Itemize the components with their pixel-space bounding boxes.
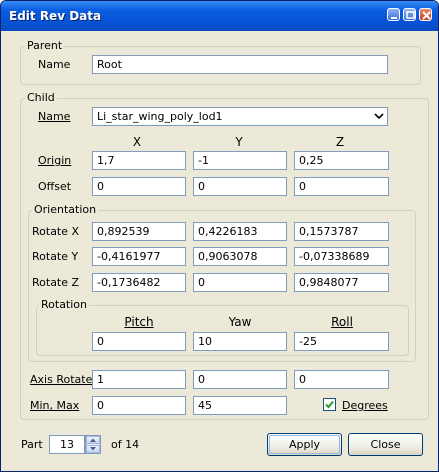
- max-field[interactable]: 45: [193, 396, 287, 415]
- spin-down-button[interactable]: [86, 445, 100, 453]
- min-max-label: Min, Max: [30, 399, 80, 412]
- apply-button-label: Apply: [288, 438, 321, 451]
- origin-z-field[interactable]: 0,25: [294, 151, 389, 170]
- rotate-z-z-field[interactable]: 0,9848077: [294, 273, 389, 292]
- rotate-x-z-field[interactable]: 0,1573787: [294, 222, 389, 241]
- part-number-field[interactable]: 13: [49, 435, 85, 454]
- minimize-button[interactable]: [387, 8, 400, 21]
- spin-up-icon: [90, 438, 96, 442]
- origin-y-field[interactable]: -1: [193, 151, 287, 170]
- pitch-label: Pitch: [124, 315, 154, 329]
- axis-rotate-z-field[interactable]: 0: [294, 370, 389, 389]
- rotate-z-label: Rotate Z: [32, 276, 80, 289]
- yaw-field[interactable]: 10: [193, 332, 287, 351]
- degrees-checkbox[interactable]: [323, 398, 336, 411]
- spin-up-button[interactable]: [86, 436, 100, 444]
- rotate-z-x-field[interactable]: -0,1736482: [92, 273, 186, 292]
- axis-rotate-y-field[interactable]: 0: [193, 370, 287, 389]
- rotate-x-y-field[interactable]: 0,4226183: [193, 222, 287, 241]
- child-group-label: Child: [25, 91, 57, 104]
- part-spinner[interactable]: [85, 435, 101, 454]
- child-name-selected: Li_star_wing_poly_lod1: [97, 110, 223, 123]
- maximize-button[interactable]: [403, 8, 416, 21]
- offset-z-field[interactable]: 0: [294, 177, 389, 196]
- minimize-icon: [391, 17, 397, 19]
- column-header-x: X: [132, 135, 142, 149]
- min-field[interactable]: 0: [92, 396, 186, 415]
- spin-down-icon: [90, 447, 96, 451]
- title-bar[interactable]: Edit Rev Data: [1, 1, 438, 31]
- part-total-label: of 14: [111, 438, 140, 451]
- yaw-label: Yaw: [228, 315, 252, 329]
- chevron-down-icon: [374, 113, 384, 120]
- child-name-label: Name: [38, 110, 71, 123]
- rotate-y-z-field[interactable]: -0,07338689: [294, 247, 389, 266]
- edit-rev-data-dialog: Edit Rev Data Parent Name Root Child Nam…: [0, 0, 439, 472]
- pitch-field[interactable]: 0: [92, 332, 186, 351]
- rotate-y-label: Rotate Y: [32, 250, 79, 263]
- apply-button[interactable]: Apply: [267, 433, 342, 456]
- close-button-label: Close: [370, 438, 401, 451]
- roll-field[interactable]: -25: [294, 332, 389, 351]
- roll-label: Roll: [331, 315, 353, 329]
- child-name-dropdown[interactable]: Li_star_wing_poly_lod1: [92, 107, 388, 126]
- orientation-group-label: Orientation: [32, 203, 99, 216]
- column-header-y: Y: [235, 135, 243, 149]
- rotate-z-y-field[interactable]: 0: [193, 273, 287, 292]
- offset-y-field[interactable]: 0: [193, 177, 287, 196]
- offset-label: Offset: [38, 180, 72, 193]
- close-window-button[interactable]: [419, 8, 432, 21]
- column-header-z: Z: [335, 135, 345, 149]
- parent-name-label: Name: [38, 58, 71, 71]
- checkmark-icon: [325, 400, 334, 409]
- close-icon: [422, 11, 431, 20]
- rotate-x-label: Rotate X: [32, 225, 80, 238]
- rotate-x-x-field[interactable]: 0,892539: [92, 222, 186, 241]
- rotate-y-x-field[interactable]: -0,4161977: [92, 247, 186, 266]
- window-title: Edit Rev Data: [9, 9, 102, 23]
- degrees-label: Degrees: [342, 399, 388, 412]
- axis-rotate-x-field[interactable]: 1: [92, 370, 186, 389]
- parent-name-field[interactable]: Root: [92, 55, 388, 74]
- origin-label: Origin: [38, 154, 72, 167]
- axis-rotate-label: Axis Rotate: [30, 373, 93, 386]
- rotation-group-label: Rotation: [39, 298, 90, 311]
- close-button[interactable]: Close: [348, 433, 423, 456]
- rotate-y-y-field[interactable]: 0,9063078: [193, 247, 287, 266]
- parent-group-label: Parent: [25, 39, 65, 52]
- offset-x-field[interactable]: 0: [92, 177, 186, 196]
- origin-x-field[interactable]: 1,7: [92, 151, 186, 170]
- part-label: Part: [21, 438, 43, 451]
- maximize-icon: [406, 11, 415, 19]
